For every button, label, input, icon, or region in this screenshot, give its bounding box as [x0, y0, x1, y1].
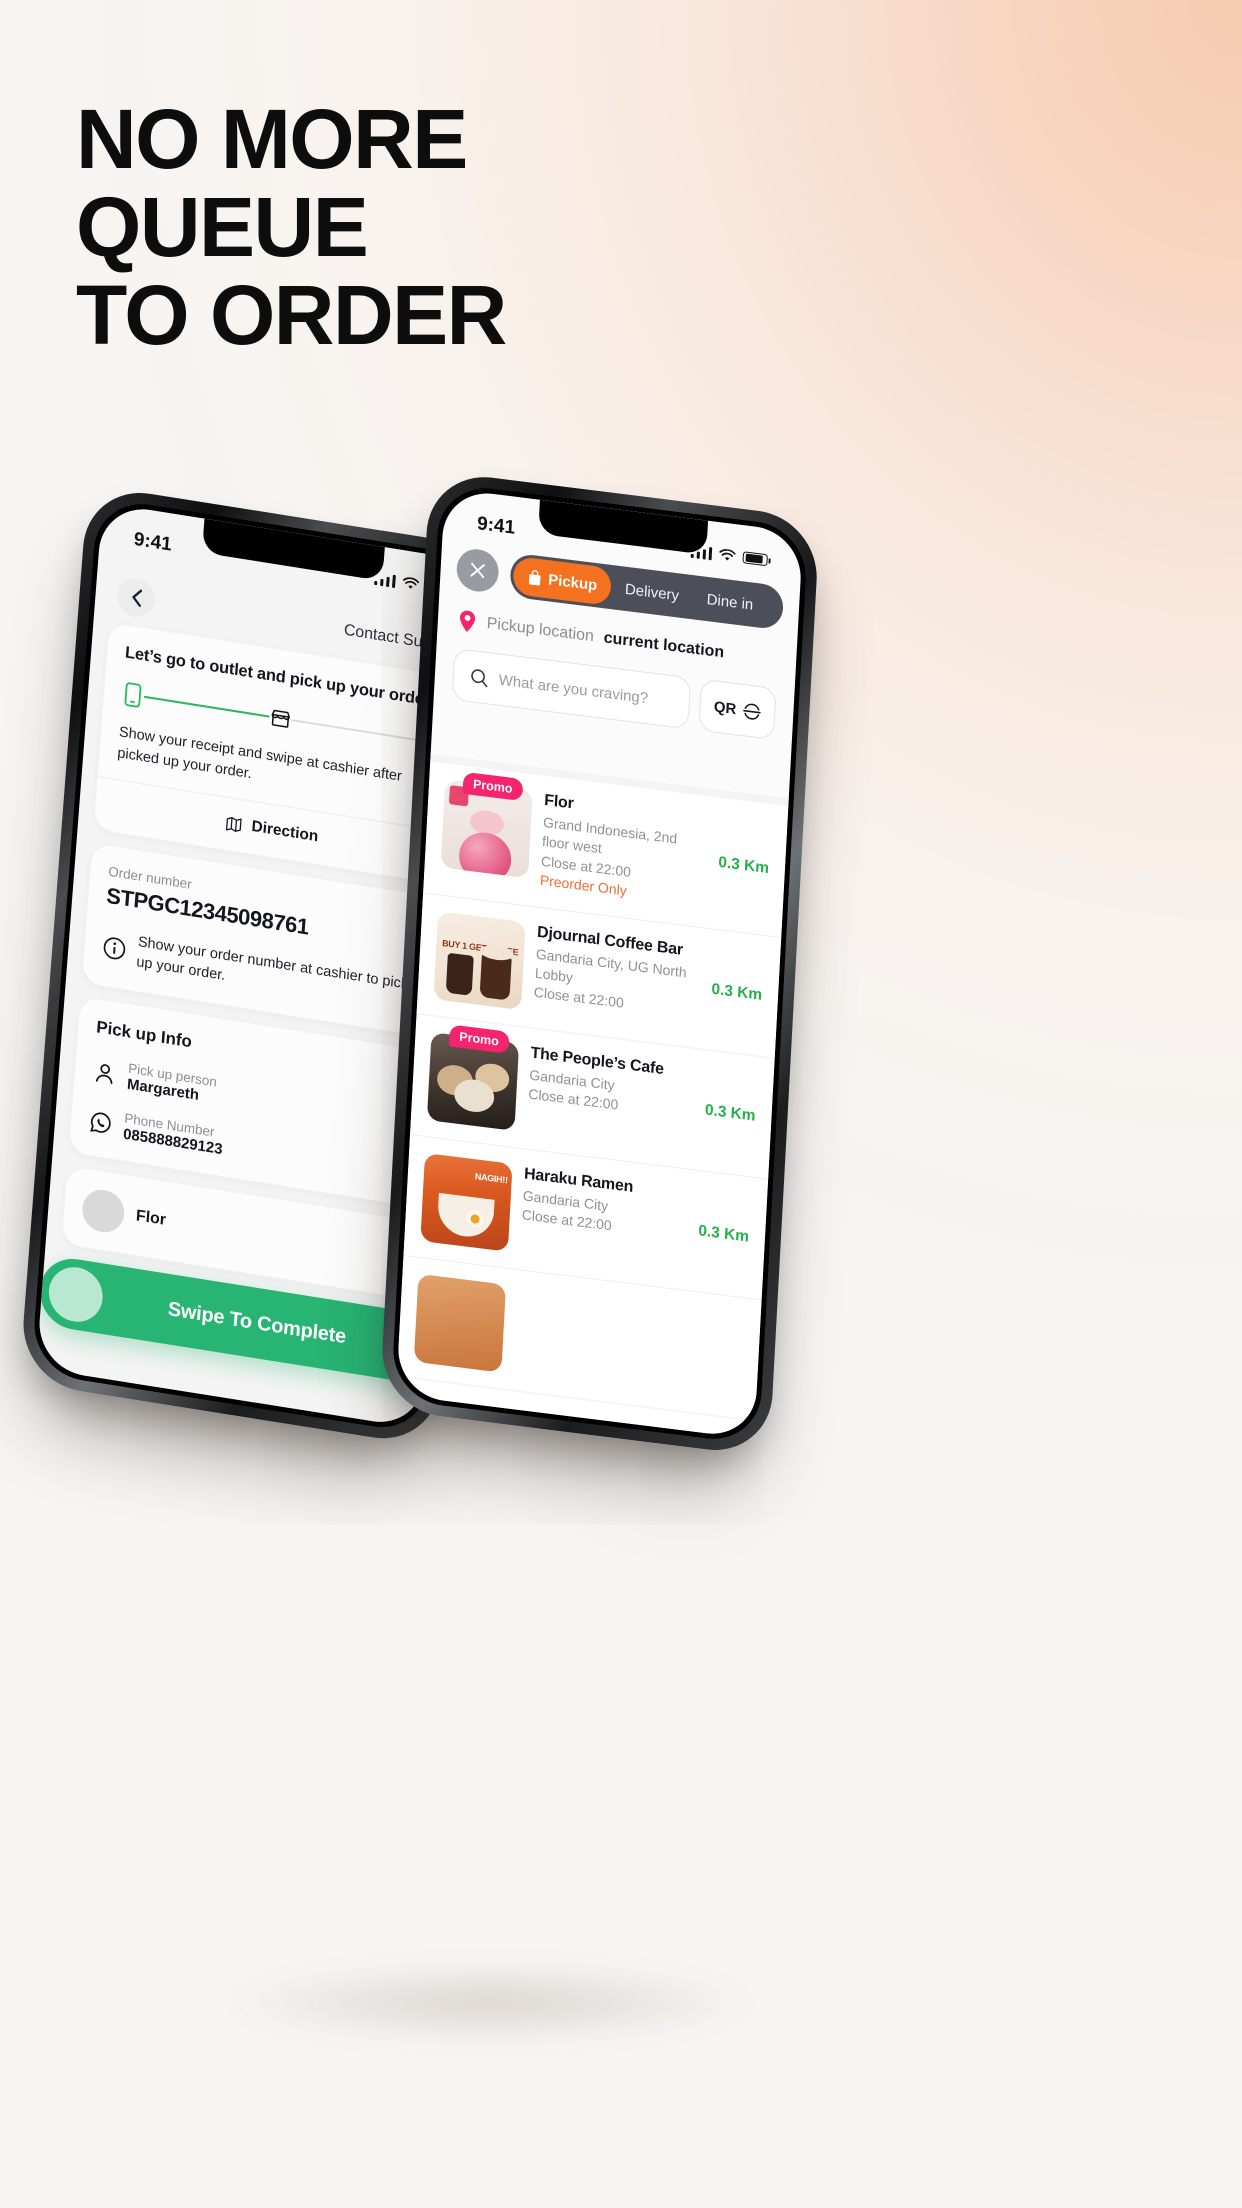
outlet-distance: 0.3 Km: [717, 854, 770, 878]
phone-device-right: 9:41 Pickup Delivery Dine in Pickup loca…: [379, 470, 820, 1458]
direction-label: Direction: [250, 817, 319, 846]
whatsapp-icon: [90, 1112, 111, 1133]
qr-scan-icon: [742, 703, 761, 720]
tab-delivery[interactable]: Delivery: [610, 568, 694, 616]
outlet-distance: 0.3 Km: [697, 1221, 750, 1246]
device-shadow: [110, 1948, 870, 2058]
phone-screen-outlet-list: 9:41 Pickup Delivery Dine in Pickup loca…: [395, 487, 804, 1440]
thumbnail-promo-text: NAGIH!!: [474, 1170, 508, 1185]
status-time-right: 9:41: [476, 513, 516, 539]
outlet-info: Djournal Coffee Bar Gandaria City, UG No…: [533, 923, 702, 1022]
battery-icon: [742, 550, 768, 567]
location-pin-icon: [459, 610, 476, 632]
tab-dine-in[interactable]: Dine in: [692, 578, 768, 625]
back-button[interactable]: [116, 575, 157, 620]
tab-pickup[interactable]: Pickup: [512, 555, 613, 607]
wifi-icon: [402, 576, 420, 589]
status-time-left: 9:41: [133, 528, 173, 556]
headline-line-3: TO ORDER: [76, 268, 507, 363]
pickup-location-label: Pickup location: [486, 614, 595, 646]
tab-delivery-label: Delivery: [624, 580, 680, 604]
outlet-thumbnail: BUY 1 GET 1 FREE: [433, 910, 526, 1010]
outlet-thumbnail: NAGIH!!: [420, 1152, 513, 1252]
poster-stage: NO MORE QUEUE TO ORDER 9:41 Contact Supp…: [0, 0, 1242, 2208]
outlet-info: The People’s Cafe Gandaria City Close at…: [528, 1044, 696, 1124]
qr-scan-button[interactable]: QR: [698, 678, 777, 741]
outlet-thumbnail: [413, 1273, 507, 1373]
pickup-phone-block: Phone Number 085888829123: [123, 1110, 225, 1158]
pickup-location-value: current location: [603, 629, 725, 662]
phone-icon: [124, 682, 142, 708]
outlet-list[interactable]: Promo Flor Grand Indonesia, 2nd floor we…: [395, 753, 789, 1440]
outlet-distance: 0.3 Km: [711, 980, 763, 1004]
map-icon: [226, 816, 243, 832]
stepper-line-2: [291, 718, 418, 742]
qr-label: QR: [713, 697, 737, 718]
outlet-info: Flor Grand Indonesia, 2nd floor west Clo…: [539, 792, 709, 911]
close-x-icon: [470, 562, 485, 579]
headline-line-1: NO MORE: [76, 92, 468, 186]
thumbnail-art-bowl: [436, 1192, 495, 1240]
outlet-distance: 0.3 Km: [704, 1100, 757, 1125]
status-icons-right: [690, 544, 768, 567]
store-icon: [271, 709, 290, 728]
shopping-bag-icon: [528, 569, 541, 586]
outlet-info: Haraku Ramen Gandaria City Close at 22:0…: [521, 1165, 689, 1245]
wifi-icon: [719, 548, 736, 560]
search-placeholder: What are you craving?: [498, 671, 649, 707]
page-title: NO MORE QUEUE TO ORDER: [76, 92, 507, 363]
person-icon: [95, 1063, 113, 1084]
tab-dine-in-label: Dine in: [706, 590, 754, 614]
chevron-left-icon: [131, 589, 142, 607]
search-icon: [471, 668, 488, 687]
outlet-row: Flor: [80, 1186, 401, 1279]
close-button[interactable]: [455, 546, 500, 595]
pickup-person-block: Pick up person Margareth: [126, 1060, 217, 1106]
thumbnail-art-body: [458, 829, 513, 879]
thumbnail-art-cup-1: [445, 952, 474, 996]
thumbnail-art-cup-2: [479, 952, 512, 1001]
info-icon: [103, 937, 126, 960]
stepper-line-1: [143, 695, 270, 718]
tab-pickup-label: Pickup: [547, 570, 598, 594]
outlet-avatar: [80, 1186, 126, 1236]
swipe-knob[interactable]: [46, 1263, 105, 1326]
phone-bezel-right: 9:41 Pickup Delivery Dine in Pickup loca…: [390, 482, 809, 1445]
headline-line-2: QUEUE: [76, 180, 369, 275]
outlet-name: Flor: [135, 1206, 167, 1229]
